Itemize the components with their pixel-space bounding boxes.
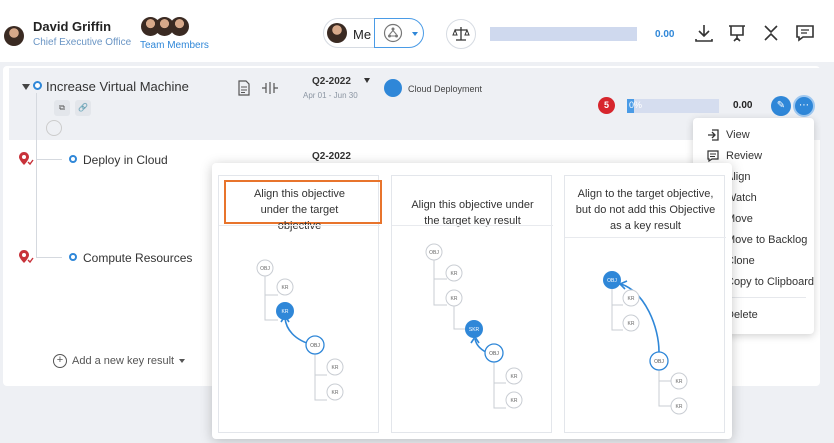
key-result-status-dot (69, 155, 77, 163)
target-skr-node-label: SKR (469, 327, 480, 333)
key-result-quarter[interactable]: Q2-2022 (312, 151, 351, 162)
kr-node-label: KR (676, 379, 683, 385)
obj-node-label: OBJ (310, 343, 320, 349)
overall-progress-bar (490, 27, 637, 41)
objective-quarter[interactable]: Q2-2022 (312, 76, 351, 87)
key-result-status-dot (69, 253, 77, 261)
objective-progress-value: 0.00 (733, 100, 753, 111)
objective-progress-bar: 0% (627, 99, 719, 113)
align-under-key-result-diagram: OBJ KR KR SKR OBJ KR KR (425, 243, 523, 409)
link-icon[interactable]: 🔗 (75, 100, 91, 116)
balance-scale-button[interactable] (446, 19, 476, 49)
kr-node-label: KR (282, 285, 289, 291)
tree-connector (36, 93, 37, 258)
option-title: Align this objective under the target ob… (253, 188, 346, 232)
review-icon (707, 150, 719, 162)
login-arrow-icon (708, 129, 719, 141)
edit-button[interactable]: ✎ (771, 96, 791, 116)
tree-connector (36, 257, 62, 258)
kr-node-label: KR (332, 390, 339, 396)
alert-count-badge[interactable]: 5 (598, 97, 615, 114)
obj-node-label: OBJ (429, 250, 439, 256)
align-no-key-result-diagram: OBJ KR KR OBJ KR KR (603, 271, 688, 415)
obj-node-label: OBJ (654, 359, 664, 365)
user-role: Chief Executive Office (33, 37, 132, 48)
overall-progress-value: 0.00 (655, 29, 675, 40)
team-hierarchy-icon (384, 79, 402, 97)
me-filter-button[interactable]: Me (323, 18, 375, 48)
menu-item-view[interactable]: View (693, 125, 814, 145)
add-key-result-button[interactable]: Add a new key result (72, 355, 186, 367)
more-options-button[interactable]: ⋯ (793, 95, 815, 117)
chevron-down-icon (179, 359, 186, 364)
expand-caret-icon[interactable] (22, 84, 30, 90)
copy-icon[interactable]: ⧉ (54, 100, 70, 116)
me-avatar (327, 23, 347, 43)
target-kr-node-label: KR (282, 309, 289, 315)
chat-icon[interactable] (794, 22, 816, 44)
team-avatar[interactable] (170, 17, 189, 36)
balance-scale-icon (452, 27, 470, 41)
attachment-icon[interactable] (46, 120, 62, 136)
align-under-objective-diagram: OBJ KR KR OBJ KR KR (256, 259, 344, 401)
obj-node-label: OBJ (489, 351, 499, 357)
objective-status-dot (33, 81, 42, 90)
tree-connector (36, 159, 62, 160)
location-check-icon (19, 250, 34, 264)
option-divider (219, 225, 380, 226)
align-options-popup: Align this objective under the target ob… (212, 163, 732, 439)
objective-title[interactable]: Increase Virtual Machine (46, 79, 189, 94)
top-header: David Griffin Chief Executive Office Tea… (0, 0, 834, 62)
objective-team[interactable]: Cloud Deployment (408, 84, 482, 94)
user-name: David Griffin (33, 19, 112, 34)
quarter-dropdown-icon[interactable] (364, 78, 370, 83)
kr-node-label: KR (451, 296, 458, 302)
check-in-icon[interactable] (261, 80, 279, 96)
kr-node-label: KR (511, 398, 518, 404)
obj-node-label: OBJ (260, 266, 270, 272)
kr-node-label: KR (451, 271, 458, 277)
align-option-under-key-result[interactable]: Align this objective under the target ke… (391, 175, 553, 433)
option-title: Align to the target objective, but do no… (575, 188, 716, 232)
kr-node-label: KR (676, 404, 683, 410)
user-avatar[interactable] (4, 26, 24, 46)
hierarchy-view-dropdown[interactable] (374, 18, 424, 48)
key-result-title[interactable]: Compute Resources (83, 251, 192, 265)
kr-node-label: KR (332, 365, 339, 371)
objective-date-range: Apr 01 - Jun 30 (303, 91, 358, 100)
download-icon[interactable] (693, 22, 715, 44)
chevron-down-icon (412, 32, 418, 36)
me-label: Me (353, 27, 372, 42)
add-key-result-label: Add a new key result (72, 355, 175, 367)
location-check-icon (19, 152, 34, 166)
collapse-icon[interactable] (760, 22, 782, 44)
notes-icon[interactable] (237, 80, 251, 96)
option-divider (392, 225, 553, 226)
kr-node-label: KR (628, 321, 635, 327)
progress-percent: 0% (629, 100, 643, 110)
team-members-link[interactable]: Team Members (140, 40, 209, 51)
align-option-no-key-result[interactable]: Align to the target objective, but do no… (564, 175, 726, 433)
kr-node-label: KR (511, 374, 518, 380)
kr-node-label: KR (628, 296, 635, 302)
hierarchy-icon (383, 23, 403, 43)
target-obj-node-label: OBJ (607, 278, 617, 284)
align-option-under-objective[interactable]: Align this objective under the target ob… (218, 175, 382, 433)
key-result-title[interactable]: Deploy in Cloud (83, 153, 168, 167)
add-icon[interactable]: + (53, 354, 67, 368)
presentation-icon[interactable] (726, 22, 748, 44)
